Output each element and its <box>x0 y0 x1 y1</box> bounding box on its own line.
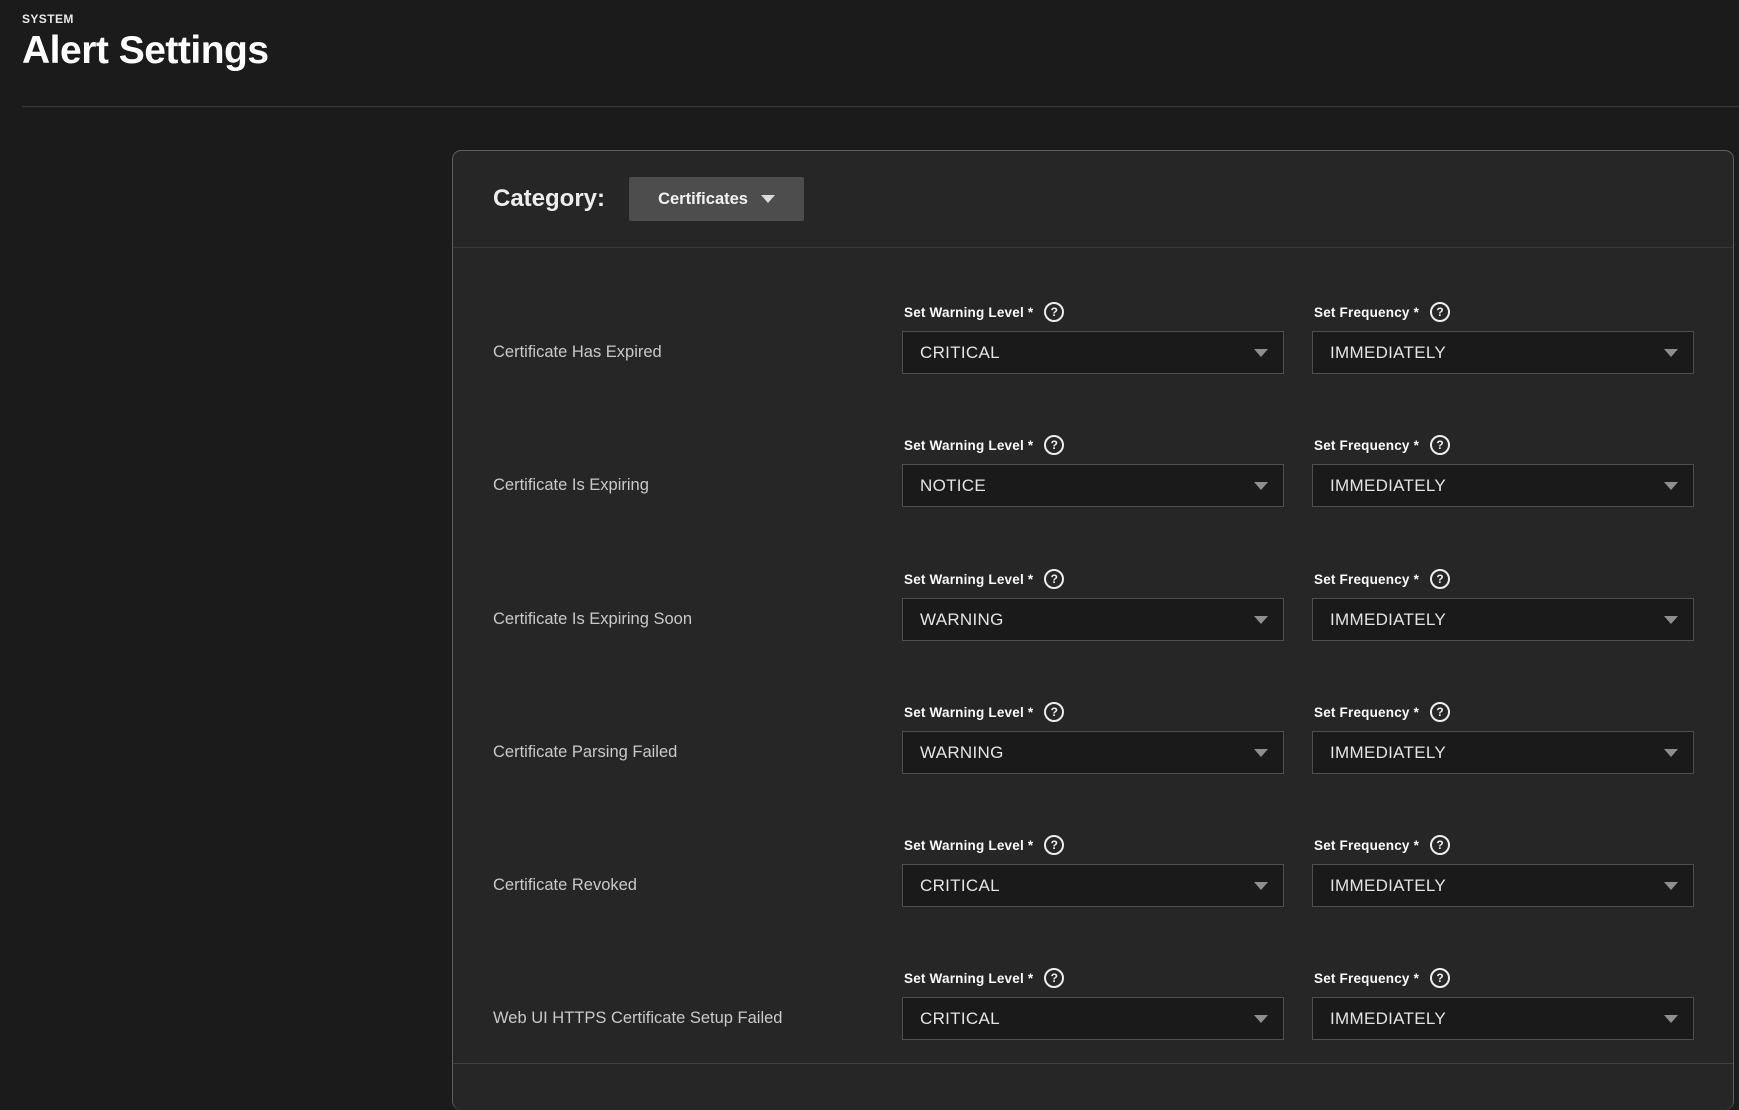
warning-level-value: WARNING <box>920 742 1004 762</box>
alert-row: Certificate Is Expiring Set Warning Leve… <box>453 413 1733 507</box>
frequency-value: IMMEDIATELY <box>1330 875 1447 895</box>
caret-down-icon <box>1254 881 1268 890</box>
warning-level-select[interactable]: CRITICAL <box>902 997 1284 1040</box>
alert-row: Certificate Has Expired Set Warning Leve… <box>453 280 1733 374</box>
frequency-label: Set Frequency * <box>1314 970 1420 986</box>
section-divider <box>453 1063 1733 1064</box>
alert-row: Certificate Is Expiring Soon Set Warning… <box>453 547 1733 641</box>
caret-down-icon <box>1664 348 1678 357</box>
frequency-select[interactable]: IMMEDIATELY <box>1312 864 1694 907</box>
help-icon[interactable]: ? <box>1430 435 1451 455</box>
page-header: SYSTEM Alert Settings <box>22 12 269 73</box>
alert-row: Certificate Revoked Set Warning Level * … <box>453 813 1733 907</box>
caret-down-icon <box>1254 748 1268 757</box>
breadcrumb-system: SYSTEM <box>22 12 74 26</box>
frequency-label: Set Frequency * <box>1314 837 1420 853</box>
frequency-label-row: Set Frequency * ? <box>1314 834 1451 856</box>
warning-level-label: Set Warning Level * <box>904 837 1034 853</box>
alert-settings-card: Category: Certificates Certificate Has E… <box>452 150 1734 1110</box>
warning-level-label: Set Warning Level * <box>904 304 1034 320</box>
warning-level-value: CRITICAL <box>920 342 1000 362</box>
caret-down-icon <box>1664 1014 1678 1023</box>
frequency-select[interactable]: IMMEDIATELY <box>1312 331 1694 374</box>
alert-name: Certificate Is Expiring Soon <box>493 610 693 628</box>
warning-level-label-row: Set Warning Level * ? <box>904 434 1065 456</box>
frequency-value: IMMEDIATELY <box>1330 742 1447 762</box>
warning-level-label: Set Warning Level * <box>904 970 1034 986</box>
frequency-label-row: Set Frequency * ? <box>1314 434 1451 456</box>
frequency-select[interactable]: IMMEDIATELY <box>1312 464 1694 507</box>
warning-level-label-row: Set Warning Level * ? <box>904 967 1065 989</box>
caret-down-icon <box>1664 481 1678 490</box>
alert-row: Web UI HTTPS Certificate Setup Failed Se… <box>453 946 1733 1040</box>
caret-down-icon <box>1664 748 1678 757</box>
frequency-value: IMMEDIATELY <box>1330 475 1447 495</box>
help-icon[interactable]: ? <box>1430 968 1451 988</box>
help-icon[interactable]: ? <box>1430 702 1451 722</box>
warning-level-select[interactable]: WARNING <box>902 598 1284 641</box>
frequency-label-row: Set Frequency * ? <box>1314 701 1451 723</box>
caret-down-icon <box>1254 481 1268 490</box>
frequency-label: Set Frequency * <box>1314 437 1420 453</box>
alert-row: Certificate Parsing Failed Set Warning L… <box>453 680 1733 774</box>
header-divider <box>22 106 1739 107</box>
frequency-label: Set Frequency * <box>1314 304 1420 320</box>
alert-name: Certificate Parsing Failed <box>493 743 678 761</box>
warning-level-label-row: Set Warning Level * ? <box>904 701 1065 723</box>
warning-level-label: Set Warning Level * <box>904 571 1034 587</box>
caret-down-icon <box>1664 881 1678 890</box>
warning-level-label-row: Set Warning Level * ? <box>904 301 1065 323</box>
frequency-value: IMMEDIATELY <box>1330 609 1447 629</box>
warning-level-label-row: Set Warning Level * ? <box>904 834 1065 856</box>
alert-name: Certificate Has Expired <box>493 343 662 361</box>
page-title: Alert Settings <box>22 29 269 72</box>
frequency-select[interactable]: IMMEDIATELY <box>1312 598 1694 641</box>
frequency-value: IMMEDIATELY <box>1330 342 1447 362</box>
frequency-label-row: Set Frequency * ? <box>1314 568 1451 590</box>
caret-down-icon <box>1664 615 1678 624</box>
frequency-select[interactable]: IMMEDIATELY <box>1312 731 1694 774</box>
frequency-label-row: Set Frequency * ? <box>1314 301 1451 323</box>
help-icon[interactable]: ? <box>1044 569 1065 589</box>
alert-name: Certificate Is Expiring <box>493 476 649 494</box>
warning-level-label: Set Warning Level * <box>904 704 1034 720</box>
help-icon[interactable]: ? <box>1044 968 1065 988</box>
warning-level-select[interactable]: NOTICE <box>902 464 1284 507</box>
help-icon[interactable]: ? <box>1044 835 1065 855</box>
warning-level-label-row: Set Warning Level * ? <box>904 568 1065 590</box>
frequency-label: Set Frequency * <box>1314 704 1420 720</box>
frequency-value: IMMEDIATELY <box>1330 1008 1447 1028</box>
frequency-select[interactable]: IMMEDIATELY <box>1312 997 1694 1040</box>
help-icon[interactable]: ? <box>1430 569 1451 589</box>
help-icon[interactable]: ? <box>1044 435 1065 455</box>
alert-rows: Certificate Has Expired Set Warning Leve… <box>453 151 1733 1110</box>
help-icon[interactable]: ? <box>1044 302 1065 322</box>
warning-level-value: CRITICAL <box>920 1008 1000 1028</box>
warning-level-label: Set Warning Level * <box>904 437 1034 453</box>
help-icon[interactable]: ? <box>1044 702 1065 722</box>
warning-level-select[interactable]: CRITICAL <box>902 864 1284 907</box>
caret-down-icon <box>1254 1014 1268 1023</box>
caret-down-icon <box>1254 615 1268 624</box>
alert-name: Web UI HTTPS Certificate Setup Failed <box>493 1009 783 1027</box>
help-icon[interactable]: ? <box>1430 302 1451 322</box>
warning-level-value: NOTICE <box>920 475 987 495</box>
warning-level-value: CRITICAL <box>920 875 1000 895</box>
frequency-label: Set Frequency * <box>1314 571 1420 587</box>
frequency-label-row: Set Frequency * ? <box>1314 967 1451 989</box>
warning-level-select[interactable]: CRITICAL <box>902 331 1284 374</box>
caret-down-icon <box>1254 348 1268 357</box>
help-icon[interactable]: ? <box>1430 835 1451 855</box>
warning-level-select[interactable]: WARNING <box>902 731 1284 774</box>
alert-name: Certificate Revoked <box>493 876 637 894</box>
warning-level-value: WARNING <box>920 609 1004 629</box>
